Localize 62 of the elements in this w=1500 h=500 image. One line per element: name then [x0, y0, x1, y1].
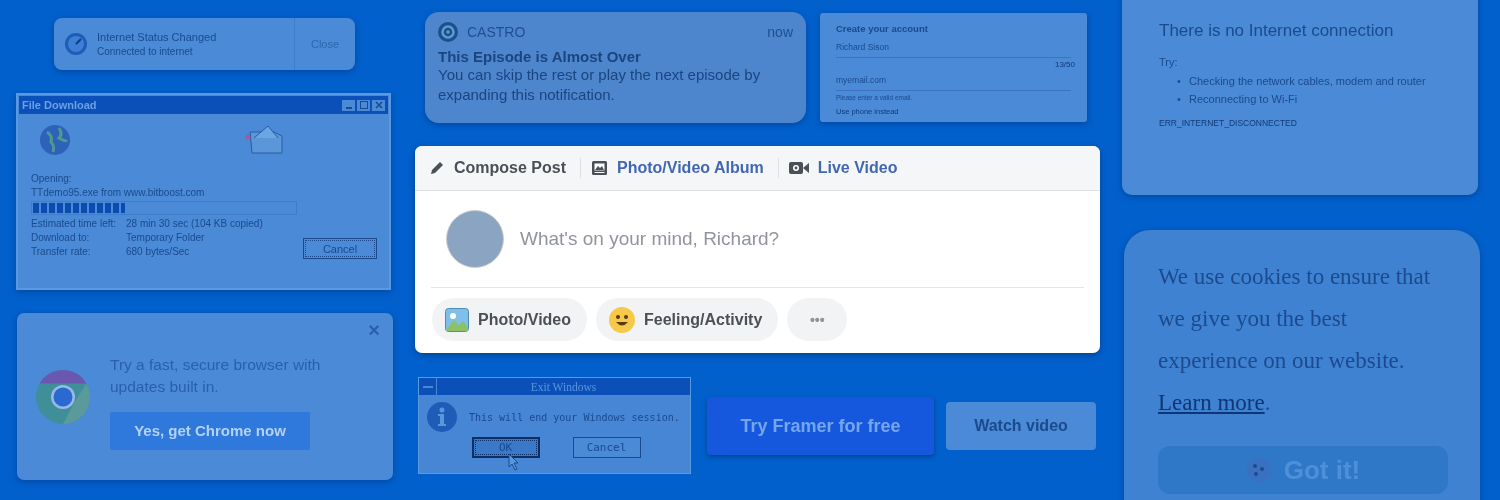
suggestions-label: Try: [1159, 56, 1179, 68]
email-field[interactable]: myemail.com [836, 75, 1071, 91]
gauge-icon [64, 32, 88, 56]
dialog-button[interactable]: Cancel [572, 437, 641, 458]
info-value: 680 bytes/Sec [126, 246, 191, 257]
info-value: 28 min 30 sec (104 KB copied) [126, 218, 263, 229]
error-title: There is no Internet connection [1159, 21, 1395, 41]
notification-body: You can skip the rest or play the next episode by expanding this notification. [438, 65, 762, 105]
cursor-icon [508, 453, 520, 471]
ring-logo-icon [36, 369, 90, 424]
composer-action-button[interactable]: Photo/Video [432, 298, 588, 341]
suggestion-item: Reconnecting to Wi-Fi [1189, 93, 1298, 105]
dialog-message: This will end your Windows session. [469, 411, 680, 423]
form-title: Create your account [836, 23, 929, 34]
info-value: Temporary Folder [126, 232, 206, 243]
globe-icon [39, 124, 71, 156]
file-name: TTdemo95.exe from www.bitboost.com [31, 187, 206, 198]
character-counter: 13/50 [1054, 60, 1075, 69]
composer-tab[interactable]: Live Video [786, 155, 904, 181]
dash-icon [422, 384, 433, 389]
notification-time: now [767, 24, 793, 40]
learn-more-link[interactable]: Learn more [1158, 390, 1265, 415]
notification-title: This Episode is Almost Over [438, 48, 642, 65]
close-button[interactable] [372, 99, 385, 111]
cookie-message: We use cookies to ensure that we give you the best experience on our website. Learn more. [1158, 263, 1432, 417]
app-name: CASTRO [467, 24, 527, 40]
close-icon [374, 101, 383, 109]
composer-tab[interactable]: Photo/Video Album [589, 155, 770, 181]
folder-icon [244, 124, 284, 154]
notification-title: Internet Status Changed [97, 31, 218, 43]
app-icon [438, 22, 458, 42]
try-free-button[interactable]: Try Framer for free [707, 397, 934, 455]
opening-label: Opening: [31, 173, 73, 184]
error-code: ERR_INTERNET_DISCONNECTED [1159, 118, 1298, 128]
info-label: Transfer rate: [31, 246, 92, 257]
album-icon [591, 160, 608, 176]
window-title: Exit Windows [529, 380, 598, 393]
pencil-icon [429, 160, 445, 176]
bullet: • [1177, 74, 1182, 89]
composer-action-button[interactable]: Feeling/Activity [596, 298, 779, 341]
photo-icon [445, 307, 469, 332]
composer-tab[interactable]: Compose Post [427, 155, 572, 181]
cookie-icon [1245, 457, 1272, 483]
info-label: Estimated time left: [31, 218, 118, 229]
notification-message: Connected to internet [97, 46, 194, 57]
video-camera-icon [788, 161, 809, 175]
window-title: File Download [22, 99, 97, 111]
maximize-button[interactable] [357, 99, 370, 111]
get-browser-button[interactable]: Yes, get Chrome now [110, 411, 310, 450]
suggestion-item: Checking the network cables, modem and router [1189, 75, 1426, 87]
maximize-icon [359, 101, 368, 109]
name-field[interactable]: Richard Sison [836, 42, 1071, 58]
smiley-icon [609, 306, 636, 333]
info-icon [427, 402, 457, 432]
more-button[interactable]: ••• [787, 298, 848, 341]
close-button[interactable]: × [365, 319, 383, 342]
cancel-button[interactable]: Cancel [303, 238, 377, 259]
minimize-button[interactable] [342, 99, 355, 111]
dialog-button[interactable]: OK [471, 437, 540, 458]
bullet: • [1177, 92, 1182, 107]
info-label: Download to: [31, 232, 91, 243]
watch-video-button[interactable]: Watch video [946, 402, 1096, 450]
